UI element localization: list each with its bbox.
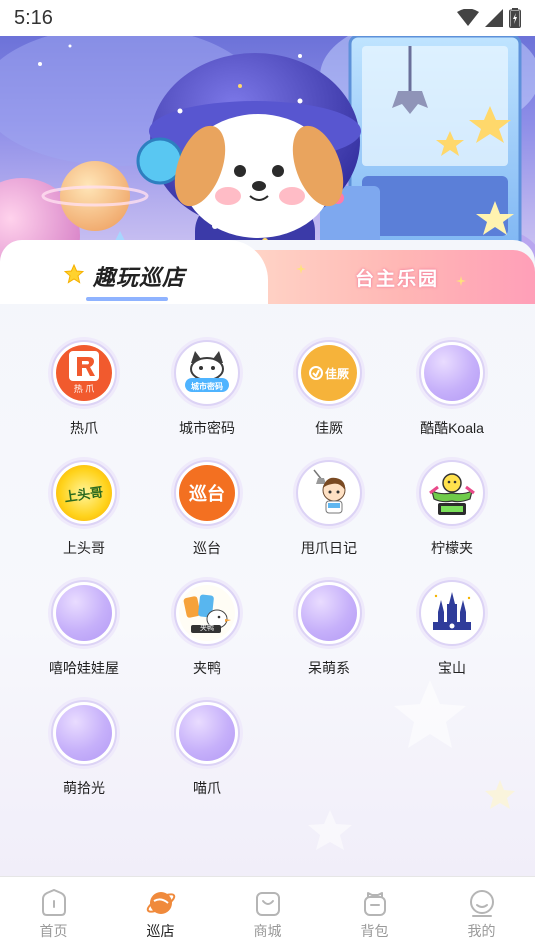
sparkle-icon [456, 276, 466, 286]
active-tab-indicator [86, 297, 168, 301]
store-logo: 夹鸭 [174, 580, 240, 646]
planet-icon [146, 892, 175, 914]
nav-label: 巡店 [146, 923, 175, 939]
store-logo [51, 580, 117, 646]
star-icon [64, 264, 84, 284]
jarsh-logo-icon [308, 366, 323, 380]
store-logo-text: 夹鸭 [200, 624, 214, 632]
nav-label: 首页 [39, 923, 68, 939]
nav-mall[interactable]: 商城 [214, 877, 321, 951]
status-bar: 5:16 [0, 0, 535, 36]
store-name: 柠檬夹 [431, 540, 473, 556]
nav-label: 商城 [253, 923, 282, 939]
cat-logo-icon [185, 351, 229, 392]
tab-left-label: 趣玩巡店 [93, 265, 186, 291]
store-logo-text: 城市密码 [191, 382, 223, 391]
store-name: 巡台 [193, 540, 221, 556]
store-logo-text: 佳厥 [324, 366, 349, 381]
store-logo-text: 巡台 [189, 484, 225, 505]
nav-profile[interactable]: 我的 [428, 877, 535, 951]
placeholder-logo [301, 585, 357, 641]
store-logo: 佳厥 [296, 340, 362, 406]
background-stars [308, 680, 515, 850]
store-logo: 城市密码 [174, 340, 240, 406]
store-name: 城市密码 [179, 420, 235, 436]
placeholder-logo [56, 585, 112, 641]
lemon-clip-logo-icon [429, 473, 475, 515]
store-logo: 巡台 [174, 460, 240, 526]
sparkle-icon [296, 264, 306, 274]
store-name: 甩爪日记 [301, 540, 357, 556]
store-logo [296, 580, 362, 646]
nav-backpack[interactable]: 背包 [321, 877, 428, 951]
store-name: 佳厥 [315, 420, 343, 436]
nav-label: 我的 [467, 923, 496, 939]
nav-store-tour[interactable]: 巡店 [107, 877, 214, 951]
store-logo [296, 460, 362, 526]
battery-icon [509, 8, 521, 28]
store-logo-text: 热 爪 [73, 384, 95, 394]
store-item[interactable]: 上头哥 上头哥 [29, 460, 139, 558]
store-name: 酷酷Koala [420, 420, 484, 436]
store-item[interactable]: 酷酷Koala [397, 340, 507, 438]
tab-right-label: 台主乐园 [355, 268, 440, 290]
shop-bag-icon [255, 892, 280, 916]
tab-bar: 台主乐园 趣玩巡店 [0, 240, 535, 304]
store-item[interactable]: 巡台 巡台 [152, 460, 262, 558]
store-logo-text: 上头哥 [63, 484, 105, 506]
store-item[interactable]: 佳厥 佳厥 [274, 340, 384, 438]
store-logo [419, 340, 485, 406]
store-panel: 台主乐园 趣玩巡店 热 爪 热爪 城市密码 城市密码 佳厥 佳厥 酷酷Koala… [0, 240, 535, 876]
profile-icon [469, 890, 494, 917]
castle-logo-icon [433, 592, 471, 630]
nav-label: 背包 [360, 923, 389, 939]
wifi-icon [457, 9, 479, 26]
store-item[interactable]: 柠檬夹 [397, 460, 507, 558]
bottom-nav: 首页 巡店 商城 背包 我的 [0, 876, 535, 951]
status-icons [457, 8, 521, 28]
store-item[interactable]: 城市密码 城市密码 [152, 340, 262, 438]
store-name: 上头哥 [63, 540, 105, 556]
store-logo: 热 爪 [51, 340, 117, 406]
r-logo-icon [69, 351, 99, 381]
backpack-icon [363, 892, 386, 916]
placeholder-logo [424, 345, 480, 401]
store-name: 热爪 [70, 420, 98, 436]
home-icon [41, 889, 66, 916]
store-logo [419, 460, 485, 526]
store-item[interactable]: 热 爪 热爪 [29, 340, 139, 438]
store-logo: 上头哥 [51, 460, 117, 526]
store-item[interactable]: 甩爪日记 [274, 460, 384, 558]
status-time: 5:16 [14, 6, 53, 29]
nav-home[interactable]: 首页 [0, 877, 107, 951]
signal-icon [485, 9, 503, 27]
tab-qu-wan-xun-dian[interactable]: 趣玩巡店 [0, 240, 268, 304]
store-logo [419, 580, 485, 646]
boy-logo-icon [313, 469, 346, 514]
